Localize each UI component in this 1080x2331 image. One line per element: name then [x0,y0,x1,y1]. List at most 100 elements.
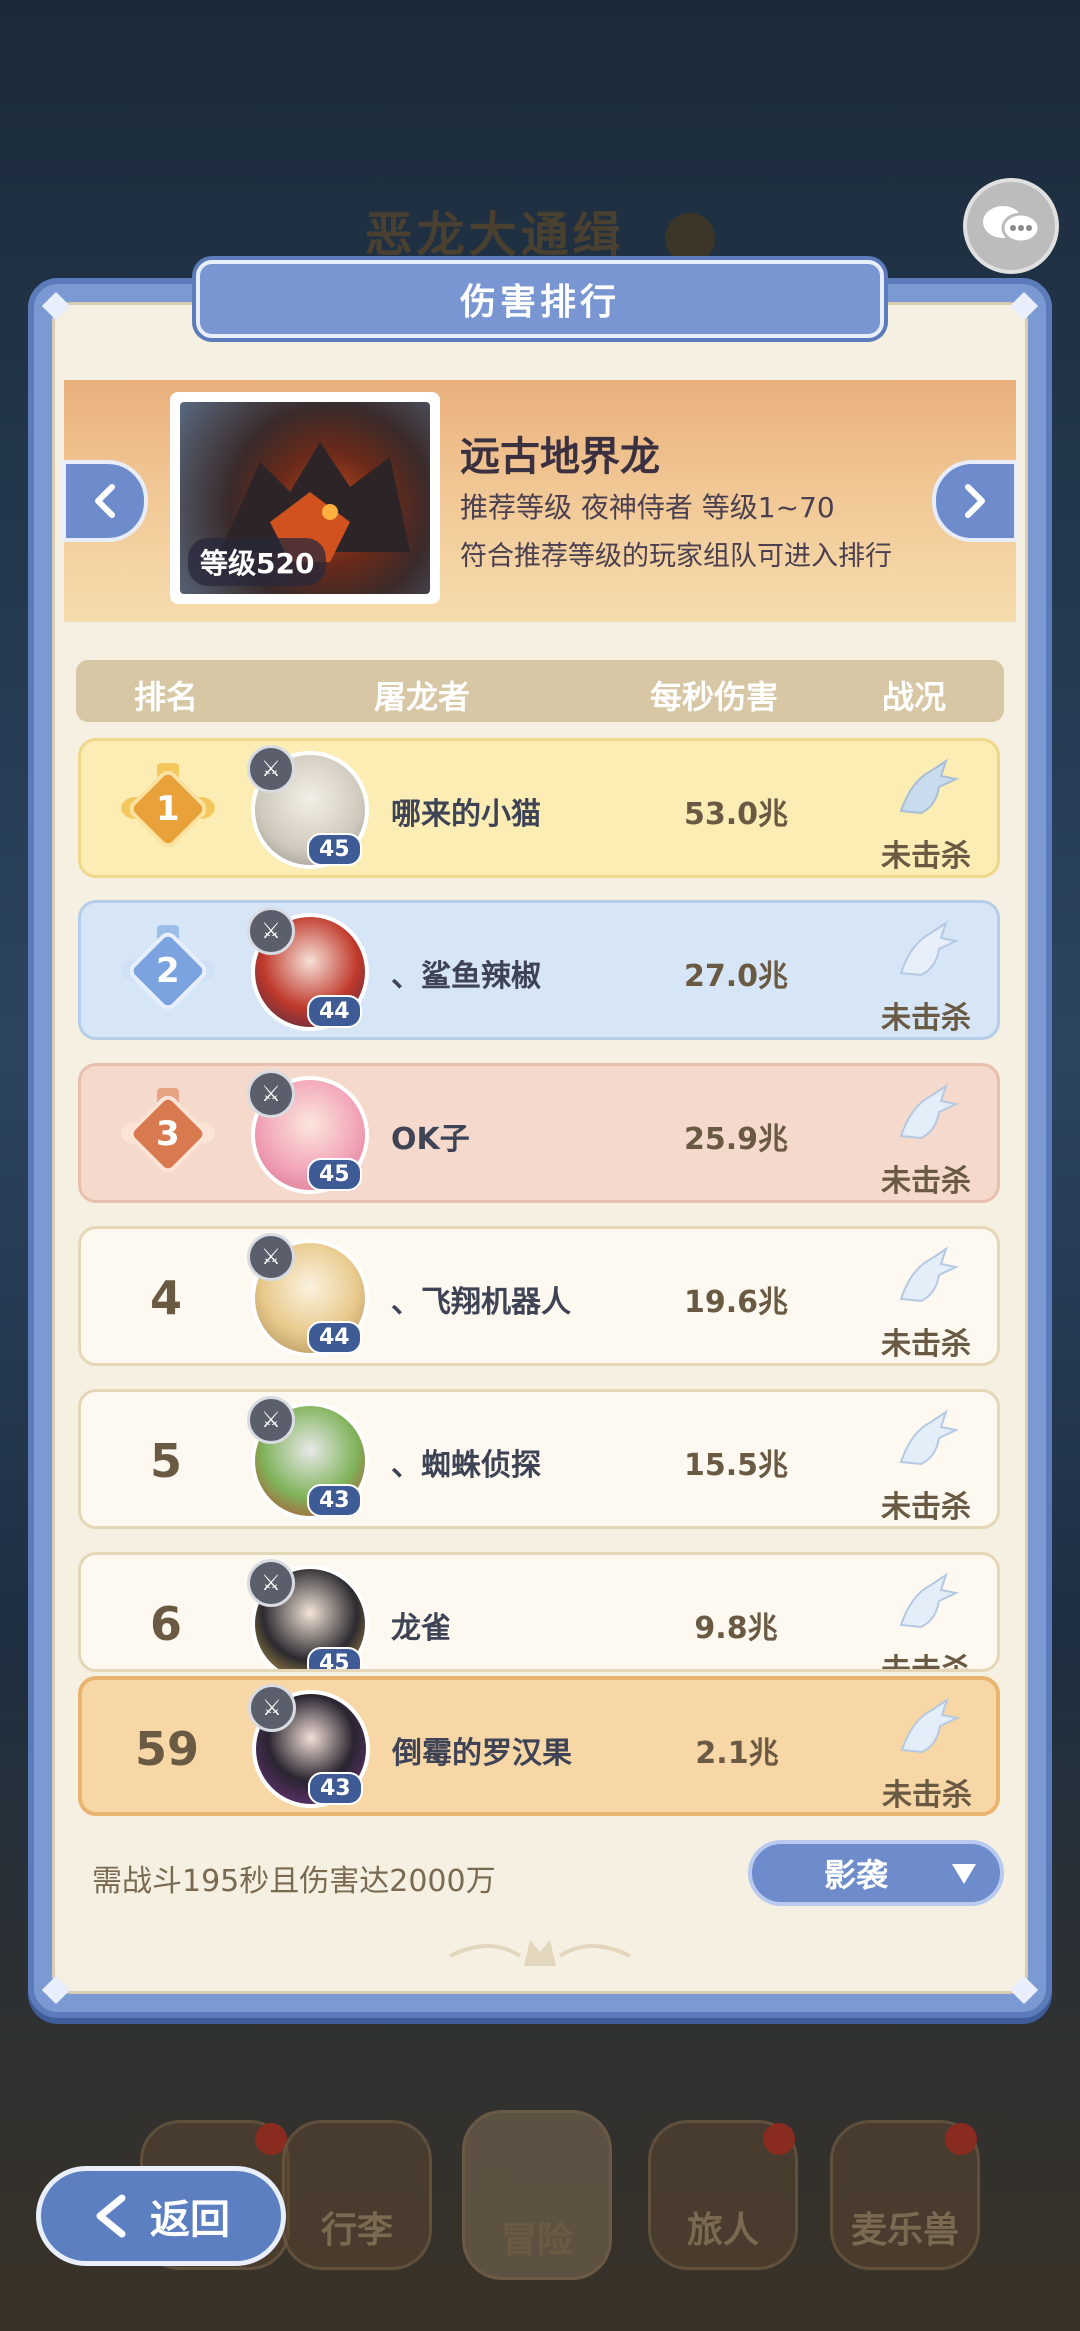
tab-adventure[interactable]: 冒险 [462,2110,612,2280]
tab-traveler[interactable]: 旅人 [648,2120,798,2270]
background-title-text: 恶龙大通缉 [364,207,625,263]
back-button[interactable]: 返回 [36,2166,286,2266]
dragon-status-icon [899,920,960,977]
rank-number: 3 [156,1113,180,1154]
panel-title-text: 伤害排行 [459,282,620,323]
table-header: 排名 屠龙者 每秒伤害 战况 [76,660,1004,722]
header-rank: 排名 [134,678,199,716]
dragon-image: 等级520 [180,402,430,594]
player-level: 43 [308,1772,363,1805]
header-dps: 每秒伤害 [650,678,779,716]
dragon-status-icon [900,1697,961,1754]
player-level: 44 [307,995,362,1028]
rank-number: 5 [149,1434,182,1488]
boss-recommendation: 推荐等级 夜神侍者 等级1~70 [460,491,835,524]
table-row[interactable]: 1 ⚔ 45 哪来的小猫 53.0兆 未击杀 [78,738,1000,878]
chevron-right-icon [965,484,985,518]
chat-icon [983,206,1041,244]
player-level: 45 [307,1647,362,1669]
dragon-status-icon [899,1572,960,1629]
player-name: 、飞翔机器人 [391,1285,571,1320]
table-row[interactable]: 4 ⚔ 44 、飞翔机器人 19.6兆 未击杀 [78,1226,1000,1366]
kill-status: 未击杀 [881,1001,971,1036]
class-badge-icon: ⚔ [247,745,295,793]
player-level: 44 [307,1321,362,1354]
back-arrow-icon [96,2194,126,2238]
back-button-label: 返回 [150,2197,230,2243]
table-row[interactable]: 6 ⚔ 45 龙雀 9.8兆 未击杀 [78,1552,1000,1672]
player-level: 45 [307,833,362,866]
player-level: 45 [307,1158,362,1191]
bronze-medal-icon: 3 [121,1088,215,1180]
damage-value: 15.5兆 [683,1448,789,1483]
boss-level-badge: 等级520 [188,538,327,586]
dragon-status-icon [899,1409,960,1466]
table-row[interactable]: 2 ⚔ 44 、鲨鱼辣椒 27.0兆 未击杀 [78,900,1000,1040]
kill-status: 未击杀 [881,1653,971,1672]
player-name: 、蜘蛛侦探 [391,1448,541,1483]
tab-luggage[interactable]: 行李 [282,2120,432,2270]
player-name: 哪来的小猫 [391,797,541,832]
chat-button[interactable] [963,178,1059,274]
footer-ornament-icon [449,1940,631,1966]
table-row[interactable]: 5 ⚔ 43 、蜘蛛侦探 15.5兆 未击杀 [78,1389,1000,1529]
class-badge-icon: ⚔ [247,1233,295,1281]
class-filter-dropdown[interactable]: 影袭 [748,1840,1004,1906]
damage-value: 2.1兆 [695,1736,779,1771]
kill-status: 未击杀 [882,1778,972,1813]
kill-status: 未击杀 [881,839,971,874]
rank-number: 2 [156,950,180,991]
chevron-left-icon [95,484,115,518]
caret-down-icon [952,1864,976,1884]
prev-boss-button[interactable] [62,460,148,542]
damage-value: 27.0兆 [683,959,789,994]
requirement-text: 需战斗195秒且伤害达2000万 [92,1864,496,1899]
class-badge-icon: ⚔ [248,1684,296,1732]
tab-luggage-label: 行李 [320,2210,393,2251]
damage-value: 25.9兆 [683,1122,789,1157]
boss-name: 远古地界龙 [460,434,660,480]
rank-number: 4 [149,1271,182,1325]
class-badge-icon: ⚔ [247,1559,295,1607]
book-icon [665,213,716,263]
dragon-status-icon [899,758,960,815]
gold-medal-icon: 1 [121,763,215,855]
damage-value: 19.6兆 [683,1285,789,1320]
class-badge-icon: ⚔ [247,907,295,955]
header-player: 屠龙者 [374,678,471,716]
my-rank-row[interactable]: 59 ⚔ 43 倒霉的罗汉果 2.1兆 未击杀 [78,1676,1000,1816]
rank-number: 6 [149,1597,182,1651]
player-name: 龙雀 [391,1611,451,1646]
kill-status: 未击杀 [881,1164,971,1199]
background-title: 恶龙大通缉 [0,195,1080,265]
boss-note: 符合推荐等级的玩家组队可进入排行 [460,541,892,572]
player-name: OK子 [391,1122,470,1157]
class-badge-icon: ⚔ [247,1396,295,1444]
dragon-status-icon [899,1246,960,1303]
notification-dot [763,2123,795,2155]
tab-pets[interactable]: 麦乐兽 [830,2120,980,2270]
class-badge-icon: ⚔ [247,1070,295,1118]
panel-title: 伤害排行 [196,260,884,338]
boss-portrait: 等级520 [170,392,440,604]
dragon-status-icon [899,1083,960,1140]
kill-status: 未击杀 [881,1327,971,1362]
rank-number: 59 [134,1722,199,1776]
bottom-nav: 行李 冒险 旅人 麦乐兽 返回 [0,2080,1080,2331]
silver-medal-icon: 2 [121,925,215,1017]
tab-traveler-label: 旅人 [686,2210,759,2251]
tab-pets-label: 麦乐兽 [850,2210,959,2251]
damage-value: 9.8兆 [694,1611,778,1646]
header-status: 战况 [882,678,947,716]
kill-status: 未击杀 [881,1490,971,1525]
player-name: 倒霉的罗汉果 [392,1736,572,1771]
next-boss-button[interactable] [932,460,1018,542]
damage-value: 53.0兆 [683,797,789,832]
table-row[interactable]: 3 ⚔ 45 OK子 25.9兆 未击杀 [78,1063,1000,1203]
rank-number: 1 [156,788,180,829]
notification-dot [945,2123,977,2155]
tab-adventure-label: 冒险 [500,2220,573,2261]
dropdown-value: 影袭 [823,1856,888,1894]
player-level: 43 [307,1484,362,1517]
player-name: 、鲨鱼辣椒 [391,959,541,994]
